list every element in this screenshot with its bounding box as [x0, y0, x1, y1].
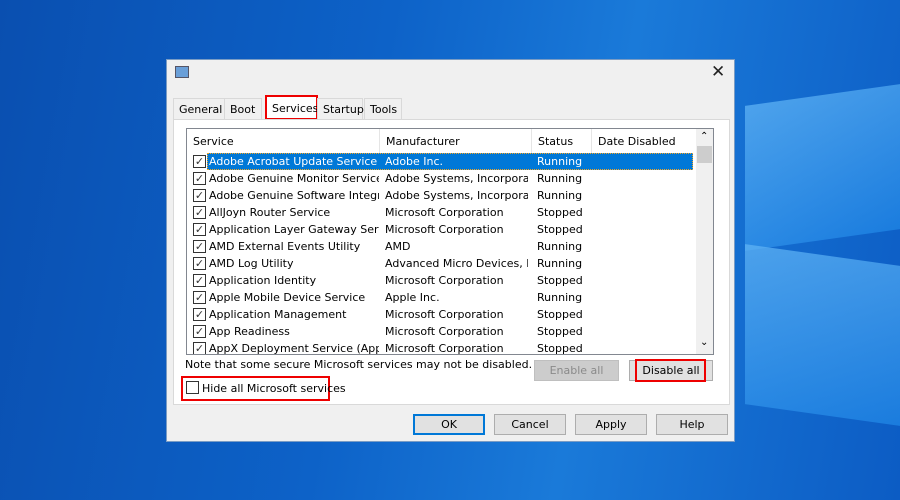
service-name: Adobe Acrobat Update Service	[209, 155, 378, 168]
service-name: AppX Deployment Service (AppX...	[209, 342, 379, 355]
disable-all-label: Disable all	[642, 364, 700, 377]
service-status: Running	[537, 155, 583, 168]
service-name: AllJoyn Router Service	[209, 206, 331, 219]
service-row[interactable]: ✓ AllJoyn Router Service Microsoft Corpo…	[187, 204, 695, 221]
services-list[interactable]: Service Manufacturer Status Date Disable…	[186, 128, 714, 355]
service-checkbox[interactable]: ✓	[193, 274, 206, 287]
service-checkbox[interactable]: ✓	[193, 342, 206, 354]
service-checkbox[interactable]: ✓	[193, 257, 206, 270]
service-row[interactable]: ✓ Apple Mobile Device Service Apple Inc.…	[187, 289, 695, 306]
service-name: Adobe Genuine Software Integri...	[209, 189, 379, 202]
scroll-up-icon[interactable]: ⌃	[700, 131, 708, 142]
service-manufacturer: Apple Inc.	[385, 291, 440, 304]
service-name: Application Identity	[209, 274, 317, 287]
service-checkbox[interactable]: ✓	[193, 240, 206, 253]
service-name: Apple Mobile Device Service	[209, 291, 366, 304]
wallpaper-pane	[745, 244, 900, 426]
column-header-status[interactable]: Status	[532, 129, 592, 153]
service-status: Stopped	[537, 325, 583, 338]
note-text: Note that some secure Microsoft services…	[185, 358, 533, 371]
help-button[interactable]: Help	[656, 414, 728, 435]
service-checkbox[interactable]: ✓	[193, 206, 206, 219]
service-status: Running	[537, 189, 583, 202]
service-checkbox[interactable]: ✓	[193, 155, 206, 168]
column-header-manufacturer[interactable]: Manufacturer	[380, 129, 532, 153]
service-name: AMD External Events Utility	[209, 240, 361, 253]
scrollbar-thumb[interactable]	[697, 146, 712, 163]
service-manufacturer: Adobe Systems, Incorpora...	[385, 172, 528, 185]
service-status: Stopped	[537, 206, 583, 219]
hide-microsoft-services-checkbox[interactable]	[186, 381, 199, 394]
tab-startup[interactable]: Startup	[317, 98, 364, 120]
service-name: AMD Log Utility	[209, 257, 294, 270]
service-manufacturer: Microsoft Corporation	[385, 223, 504, 236]
service-status: Stopped	[537, 223, 583, 236]
tab-tools[interactable]: Tools	[364, 98, 402, 120]
service-checkbox[interactable]: ✓	[193, 291, 206, 304]
tab-boot[interactable]: Boot	[224, 98, 262, 120]
service-name: App Readiness	[209, 325, 290, 338]
wallpaper-pane	[745, 84, 900, 251]
service-row[interactable]: ✓ AppX Deployment Service (AppX... Micro…	[187, 340, 695, 355]
column-header-service[interactable]: Service	[187, 129, 380, 153]
hide-microsoft-services-label[interactable]: Hide all Microsoft services	[202, 382, 346, 395]
service-row[interactable]: ✓ AMD External Events Utility AMD Runnin…	[187, 238, 695, 255]
service-manufacturer: AMD	[385, 240, 411, 253]
scroll-down-icon[interactable]: ⌄	[700, 337, 708, 348]
service-row[interactable]: ✓ Adobe Genuine Software Integri... Adob…	[187, 187, 695, 204]
vertical-scrollbar[interactable]: ⌃ ⌄	[696, 129, 713, 354]
service-manufacturer: Microsoft Corporation	[385, 206, 504, 219]
service-name: Application Management	[209, 308, 347, 321]
service-checkbox[interactable]: ✓	[193, 223, 206, 236]
service-status: Stopped	[537, 274, 583, 287]
service-checkbox[interactable]: ✓	[193, 189, 206, 202]
service-manufacturer: Advanced Micro Devices, I...	[385, 257, 528, 270]
service-status: Running	[537, 172, 583, 185]
service-status: Stopped	[537, 308, 583, 321]
service-row[interactable]: ✓ App Readiness Microsoft Corporation St…	[187, 323, 695, 340]
msconfig-app-icon	[175, 66, 189, 78]
service-row[interactable]: ✓ Adobe Acrobat Update Service Adobe Inc…	[187, 153, 695, 170]
service-manufacturer: Microsoft Corporation	[385, 308, 504, 321]
disable-all-button[interactable]: Disable all	[629, 359, 713, 382]
cancel-button[interactable]: Cancel	[494, 414, 566, 435]
enable-all-button[interactable]: Enable all	[534, 360, 619, 381]
service-manufacturer: Microsoft Corporation	[385, 325, 504, 338]
service-row[interactable]: ✓ Application Identity Microsoft Corpora…	[187, 272, 695, 289]
service-checkbox[interactable]: ✓	[193, 308, 206, 321]
service-row[interactable]: ✓ Application Management Microsoft Corpo…	[187, 306, 695, 323]
tab-general[interactable]: General	[173, 98, 225, 120]
service-manufacturer: Adobe Systems, Incorpora...	[385, 189, 528, 202]
tab-services[interactable]: Services	[265, 95, 318, 120]
service-manufacturer: Microsoft Corporation	[385, 342, 504, 355]
service-name: Adobe Genuine Monitor Service	[209, 172, 379, 185]
system-configuration-dialog: ✕ General Boot Services Startup Tools Servic…	[166, 59, 735, 442]
service-row[interactable]: ✓ Application Layer Gateway Service Micr…	[187, 221, 695, 238]
service-name: Application Layer Gateway Service	[209, 223, 379, 236]
service-row[interactable]: ✓ Adobe Genuine Monitor Service Adobe Sy…	[187, 170, 695, 187]
ok-button[interactable]: OK	[413, 414, 485, 435]
close-icon[interactable]: ✕	[711, 62, 725, 82]
column-header-date-disabled[interactable]: Date Disabled	[592, 129, 697, 153]
service-manufacturer: Microsoft Corporation	[385, 274, 504, 287]
service-manufacturer: Adobe Inc.	[385, 155, 444, 168]
service-status: Running	[537, 291, 583, 304]
service-status: Running	[537, 257, 583, 270]
service-checkbox[interactable]: ✓	[193, 172, 206, 185]
service-status: Running	[537, 240, 583, 253]
service-checkbox[interactable]: ✓	[193, 325, 206, 338]
apply-button[interactable]: Apply	[575, 414, 647, 435]
service-status: Stopped	[537, 342, 583, 355]
service-row[interactable]: ✓ AMD Log Utility Advanced Micro Devices…	[187, 255, 695, 272]
